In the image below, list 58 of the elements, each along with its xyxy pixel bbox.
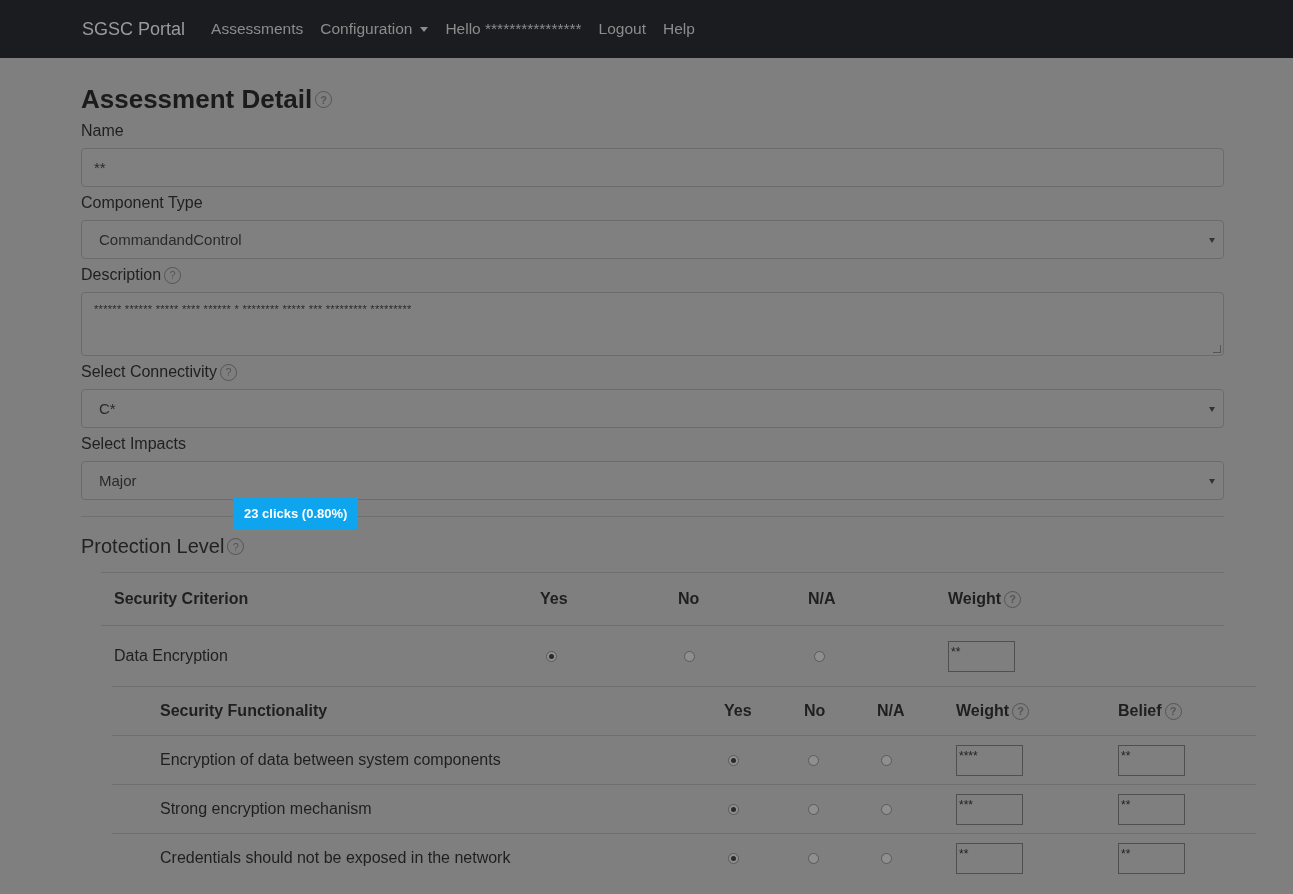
radio-button[interactable] xyxy=(728,803,739,815)
select-field[interactable]: Major xyxy=(81,461,1224,500)
column-header: Weight xyxy=(956,702,1010,720)
column-header: No xyxy=(804,702,826,720)
row-label: Credentials should not be exposed in the network xyxy=(160,849,512,867)
radio-button[interactable] xyxy=(808,754,819,766)
input-field[interactable]: ** xyxy=(81,148,1224,187)
column-header: Security Functionality xyxy=(160,702,328,720)
radio-button[interactable] xyxy=(881,754,892,766)
radio-button[interactable] xyxy=(728,754,739,766)
column-header: Belief xyxy=(1118,702,1162,720)
caret-icon xyxy=(1209,407,1215,412)
field-label: Description xyxy=(81,265,162,285)
field-label: Name xyxy=(81,121,124,141)
select-field[interactable]: C* xyxy=(81,389,1224,428)
column-header: N/A xyxy=(808,590,836,608)
dropdown-link[interactable]: Configuration xyxy=(320,20,429,38)
nav-link[interactable]: Help xyxy=(663,20,695,38)
radio-button[interactable] xyxy=(814,650,825,662)
radio-button[interactable] xyxy=(881,852,892,864)
row-label: Strong encryption mechanism xyxy=(160,800,373,818)
field-label: Component Type xyxy=(81,193,203,213)
weight-field[interactable]: *** xyxy=(956,793,1023,825)
resize-icon xyxy=(1213,345,1221,353)
radio-button[interactable] xyxy=(728,852,739,864)
nav-link[interactable]: Hello **************** xyxy=(445,20,582,38)
section-title: Protection Level xyxy=(81,535,225,558)
select-field[interactable]: CommandandControl xyxy=(81,220,1224,259)
radio-button[interactable] xyxy=(684,650,695,662)
belief-field[interactable]: ** xyxy=(1118,793,1185,825)
field-label: Select Connectivity xyxy=(81,362,218,382)
nav-link[interactable]: Logout xyxy=(598,20,646,38)
caret-icon xyxy=(1209,238,1215,243)
weight-field[interactable]: ** xyxy=(948,640,1015,672)
radio-button[interactable] xyxy=(546,650,557,662)
column-header: No xyxy=(678,590,700,608)
textarea-field[interactable]: ****** ****** ***** **** ****** * ******** ***** *** ********* ********* xyxy=(81,292,1224,356)
caret-icon xyxy=(420,26,429,32)
column-header: N/A xyxy=(877,702,905,720)
brand-link[interactable]: SGSC Portal xyxy=(82,18,186,40)
weight-field[interactable]: ** xyxy=(956,842,1023,874)
weight-field[interactable]: **** xyxy=(956,744,1023,776)
column-header: Weight xyxy=(948,590,1002,608)
belief-field[interactable]: ** xyxy=(1118,744,1185,776)
page-title: Assessment Detail xyxy=(81,84,313,115)
field-label: Select Impacts xyxy=(81,434,186,454)
nav-link[interactable]: Assessments xyxy=(211,20,304,38)
radio-button[interactable] xyxy=(808,803,819,815)
click-tooltip: 23 clicks (0.80%) xyxy=(233,497,359,530)
column-header: Yes xyxy=(540,590,568,608)
column-header: Security Criterion xyxy=(114,590,249,608)
belief-field[interactable]: ** xyxy=(1118,842,1185,874)
row-label: Encryption of data between system components xyxy=(160,751,502,769)
caret-icon xyxy=(1209,479,1215,484)
radio-button[interactable] xyxy=(881,803,892,815)
column-header: Yes xyxy=(724,702,752,720)
radio-button[interactable] xyxy=(808,852,819,864)
row-label: Data Encryption xyxy=(114,647,229,665)
